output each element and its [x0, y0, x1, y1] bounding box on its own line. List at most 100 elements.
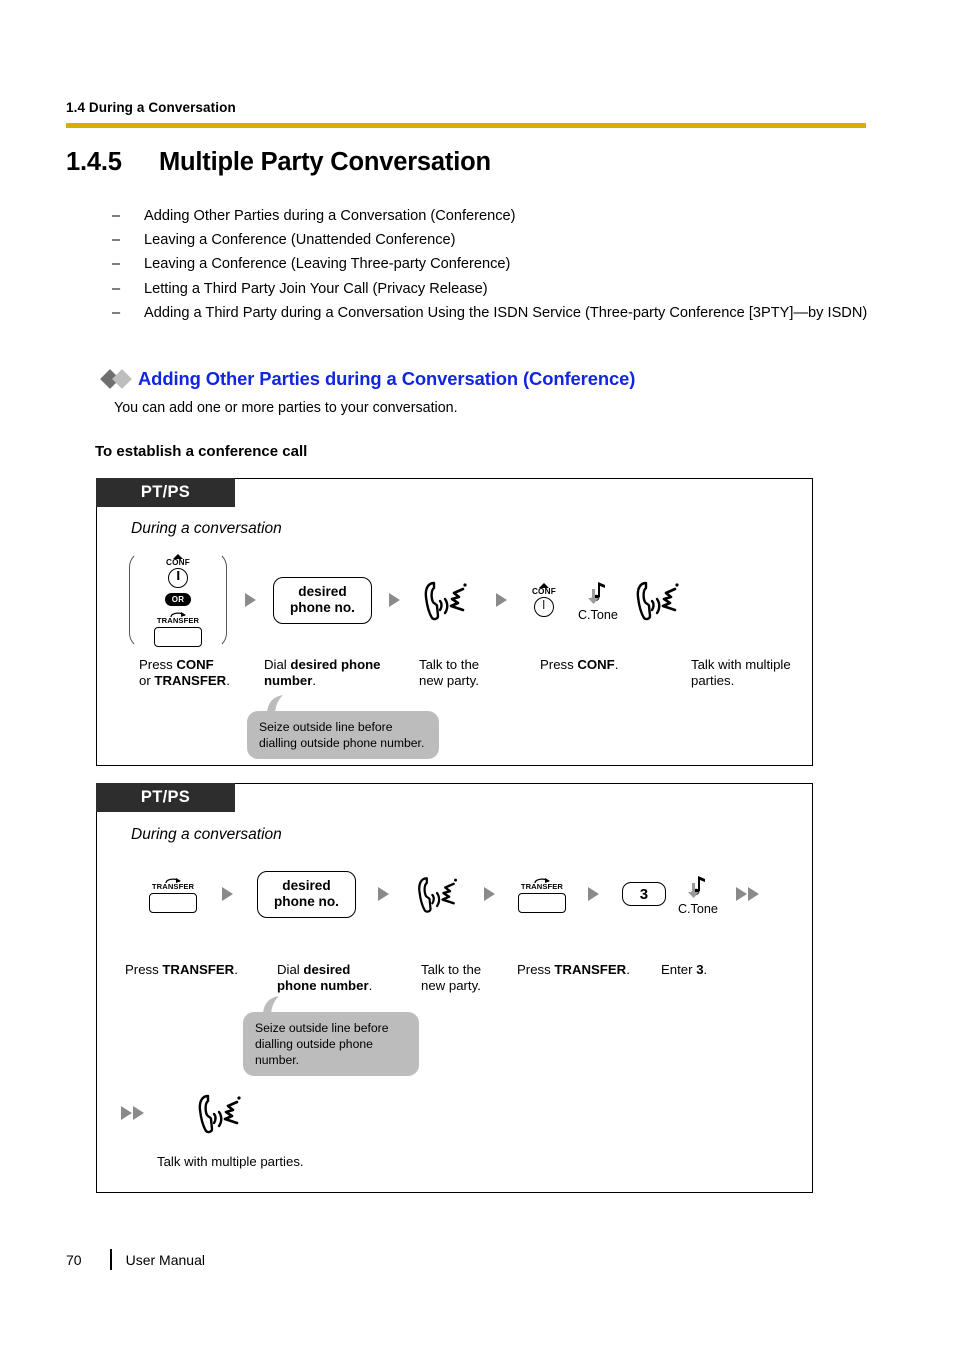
- step-caption: Talk with multiple parties.: [157, 1154, 304, 1169]
- callout-line1: Seize outside line before: [255, 1021, 389, 1035]
- dash-bullet-icon: –: [112, 304, 121, 321]
- callout-bubble: Seize outside line before dialling outsi…: [243, 996, 419, 1076]
- continuation-row: [121, 1086, 246, 1140]
- caption-text: Talk to the: [421, 962, 482, 977]
- flow-arrow: [197, 864, 257, 924]
- tone-indicator: C.Tone: [578, 579, 618, 622]
- section-heading-label: Adding Other Parties during a Conversati…: [138, 368, 636, 389]
- step-press-conf[interactable]: CONF: [532, 549, 556, 651]
- step-press-transfer[interactable]: TRANSFER: [149, 864, 197, 924]
- step-talk-new-party: [418, 549, 472, 651]
- or-badge: OR: [165, 592, 191, 606]
- curved-arrow-icon: [169, 610, 187, 618]
- dash-bullet-icon: –: [112, 208, 121, 224]
- tone-indicator: C.Tone: [678, 873, 718, 916]
- step-caption: Talk with multiple parties.: [691, 657, 821, 689]
- callout-line1: Seize outside line before: [259, 720, 393, 734]
- round-key-icon: [168, 567, 188, 588]
- dash-bullet-icon: –: [112, 232, 121, 249]
- caption-bold: desired phone: [290, 657, 381, 672]
- list-item-label: Adding Other Parties during a Conversati…: [144, 208, 516, 224]
- conf-key-icon[interactable]: CONF: [166, 553, 190, 588]
- step-caption: Talk to the new party.: [419, 657, 529, 689]
- music-note-icon: [585, 579, 611, 607]
- transfer-key-icon[interactable]: TRANSFER: [517, 876, 566, 913]
- caption-text: Talk with multiple: [691, 657, 791, 672]
- caption-bold: desired: [303, 962, 351, 977]
- caption-text: Press: [517, 962, 555, 977]
- flow-steps-row-1: CONF OR TRANSFER desired phone no. CONF …: [129, 549, 684, 651]
- dial-display-box: desired phone no.: [257, 870, 356, 918]
- caption-text: Enter: [661, 962, 697, 977]
- list-item: – Adding a Third Party during a Conversa…: [112, 302, 882, 326]
- status-badge: PT/PS: [96, 478, 235, 507]
- caption-text: or: [139, 673, 155, 688]
- flow-arrow: [462, 864, 518, 924]
- footer-label: User Manual: [125, 1251, 205, 1268]
- caption-bold: TRANSFER: [162, 962, 235, 977]
- chapter-number: 1.4.5: [66, 148, 122, 176]
- flow-arrow: [566, 864, 622, 924]
- precondition-label: During a conversation: [131, 520, 282, 537]
- caption-bold: TRANSFER: [154, 673, 227, 688]
- callout-tail-icon: [263, 695, 289, 715]
- section-intro: You can add one or more parties to your …: [114, 400, 458, 416]
- step-caption: Dial desired phone number.: [264, 657, 381, 688]
- step-caption: Press TRANSFER.: [125, 962, 238, 977]
- triangle-right-icon: [496, 593, 508, 607]
- procedure-box-conference: PT/PS During a conversation CONF OR TRAN…: [96, 478, 813, 766]
- dial-display-line2: phone no.: [290, 599, 355, 615]
- talking-handset-icon: [192, 1086, 246, 1140]
- triangle-right-icon: [588, 887, 600, 901]
- step-caption: Press CONF.: [540, 657, 619, 672]
- status-badge: PT/PS: [96, 783, 235, 812]
- list-item: – Adding Other Parties during a Conversa…: [112, 205, 882, 229]
- rect-key-icon: [154, 626, 202, 647]
- step-dial-number[interactable]: desired phone no.: [273, 549, 372, 651]
- caption-text: Press: [540, 657, 578, 672]
- flow-arrow: [356, 864, 412, 924]
- topic-list: – Adding Other Parties during a Conversa…: [112, 205, 882, 326]
- flow-arrow: [227, 549, 273, 651]
- section-subheading: To establish a conference call: [95, 443, 308, 460]
- caption-text: Dial: [277, 962, 304, 977]
- music-note-icon: [685, 873, 711, 901]
- caption-bold: 3: [696, 962, 704, 977]
- step-enter-digit[interactable]: 3: [621, 864, 666, 924]
- conf-key-icon[interactable]: CONF: [532, 583, 556, 617]
- step-press-conf-or-transfer[interactable]: CONF OR TRANSFER: [129, 549, 227, 651]
- caption-bold: phone number: [277, 978, 369, 993]
- dash-bullet-icon: –: [112, 280, 121, 297]
- dial-display-line2: phone no.: [274, 893, 339, 909]
- step-caption: Enter 3.: [661, 962, 708, 977]
- transfer-key-icon[interactable]: TRANSFER: [154, 610, 202, 647]
- triangle-right-icon: [244, 593, 256, 607]
- transfer-key-label: TRANSFER: [520, 881, 564, 891]
- chapter-title: Multiple Party Conversation: [159, 148, 491, 176]
- list-item: – Leaving a Conference (Unattended Confe…: [112, 229, 882, 253]
- caption-bold: TRANSFER: [554, 962, 627, 977]
- transfer-key-icon[interactable]: TRANSFER: [149, 876, 197, 913]
- step-press-transfer-2[interactable]: TRANSFER: [517, 864, 566, 924]
- running-head: 1.4 During a Conversation: [66, 100, 236, 115]
- step-dial-number[interactable]: desired phone no.: [257, 864, 356, 924]
- confirmation-tone: C.Tone: [678, 864, 718, 924]
- dial-display-line1: desired: [282, 877, 331, 893]
- page-footer: 70 User Manual: [66, 1249, 205, 1270]
- callout-line2: dialling outside phone number.: [255, 1037, 373, 1067]
- transfer-key-label: TRANSFER: [156, 615, 200, 625]
- tone-label: C.Tone: [577, 607, 618, 622]
- digit-key-3[interactable]: 3: [621, 882, 666, 906]
- triangle-right-icon: [389, 593, 401, 607]
- callout-bubble: Seize outside line before dialling outsi…: [247, 695, 439, 759]
- step-caption: Press CONF or TRANSFER.: [139, 657, 230, 688]
- tone-label: C.Tone: [677, 901, 718, 916]
- confirmation-tone: C.Tone: [578, 549, 618, 651]
- conf-key-label: CONF: [531, 587, 556, 596]
- caption-text: new party.: [419, 673, 479, 688]
- triangle-right-icon: [221, 887, 233, 901]
- list-item: – Leaving a Conference (Leaving Three-pa…: [112, 253, 882, 277]
- bracket-right-icon: [211, 551, 227, 649]
- header-rule: [66, 123, 866, 128]
- dial-display-box: desired phone no.: [273, 576, 372, 624]
